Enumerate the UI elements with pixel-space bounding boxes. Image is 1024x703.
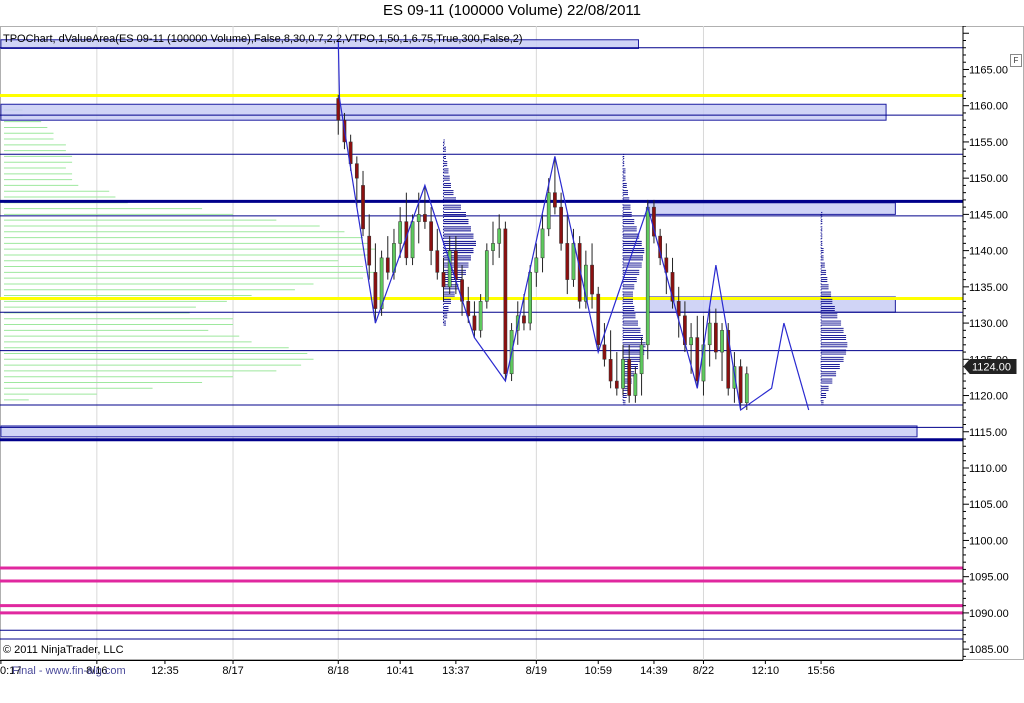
candle-body [621,359,625,389]
candle-body [553,192,557,208]
y-tick-label: 1120.00 [969,391,1008,403]
candle-body [441,272,446,288]
value-area-box [0,103,887,121]
candle-body [361,185,365,230]
x-axis: 0:17 8/16 12:35 8/17 8/18 10:41 13:37 8/19 10:59… [0,660,963,677]
candle-body [503,228,508,375]
candle-body [546,192,551,230]
y-tick-label: 1145.00 [969,209,1008,221]
x-tick-label: 12:10 [752,665,780,677]
level-lines-layer [0,47,963,640]
chart-title: ES 09-11 (100000 Volume) 22/08/2011 [383,2,641,19]
candle-body [614,380,619,389]
candle-body [676,301,681,317]
candle-body [639,344,644,375]
candle-layer [336,94,749,411]
x-tick-label: 8/19 [526,665,547,677]
y-tick-label: 1160.00 [969,101,1008,113]
candle-body [491,243,495,251]
candle-body [571,243,576,280]
chart-svg[interactable]: 1165.00 1160.00 1155.00 1150.00 1145.00 1140.… [0,26,1024,660]
candle-body [379,257,384,309]
indicator-label: TPOChart, dValueArea(ES 09-11 (100000 Vo… [3,33,523,45]
candle-body [633,373,638,396]
candle-body [738,366,743,404]
y-tick-label: 1165.00 [969,64,1008,76]
y-tick-label: 1140.00 [969,246,1008,258]
f-button[interactable]: F [1010,54,1022,67]
candle-body [627,359,632,396]
candle-body [707,322,712,346]
volume-profile-layer [4,109,376,401]
candle-body [565,243,570,280]
candle-body [744,373,749,404]
watermark-text: Final - www.fin-alg.com [12,665,126,677]
y-tick-label: 1155.00 [969,137,1008,149]
candle-body [423,214,427,222]
candle-body [714,322,718,353]
chart-panel[interactable]: 1165.00 1160.00 1155.00 1150.00 1145.00 1140.… [0,26,1024,660]
candle-body [596,293,601,346]
y-tick-label: 1095.00 [969,572,1009,584]
candle-body [602,344,607,360]
grid-layer [96,26,704,660]
y-tick-label: 1135.00 [969,282,1008,294]
current-price-label: 1124.00 [972,362,1011,374]
x-tick-label: 10:41 [386,665,414,677]
candle-body [534,257,539,273]
y-tick-label: 1085.00 [969,644,1009,656]
x-tick-label: 8/18 [328,665,349,677]
y-tick-label: 1130.00 [969,318,1008,330]
x-tick-label: 8/22 [693,665,714,677]
candle-body [590,264,594,295]
candle-body [608,359,613,382]
candle-body [410,221,415,259]
copyright-text: © 2011 NinjaTrader, LLC [3,644,124,656]
candle-body [689,337,693,346]
candle-body [416,214,421,222]
candle-body [484,250,489,302]
y-tick-label: 1100.00 [969,535,1008,547]
candle-body [645,206,650,346]
x-tick-label: 8/17 [222,665,243,677]
axis-layer: 1165.00 1160.00 1155.00 1150.00 1145.00 1140.… [962,26,1017,660]
x-tick-label: 10:59 [584,665,612,677]
candle-body [373,272,378,309]
candle-body [528,272,532,324]
candle-body [385,257,390,273]
y-tick-label: 1115.00 [969,427,1007,439]
candle-body [720,330,724,353]
candle-body [540,228,545,259]
candle-body [695,337,700,382]
y-tick-label: 1150.00 [969,173,1008,185]
x-tick-label: 15:56 [807,665,835,677]
x-tick-label: 14:39 [640,665,668,677]
candle-body [429,221,433,251]
value-area-box [647,202,896,215]
candle-body [447,250,452,288]
x-tick-label: 12:35 [151,665,179,677]
candle-body [478,301,483,331]
candle-body [435,250,440,273]
candle-body [354,163,359,179]
candle-body [398,221,403,244]
y-tick-label: 1105.00 [969,499,1008,511]
x-axis-labels: 0:17 8/16 12:35 8/17 8/18 10:41 13:37 8/19 10:59… [0,660,963,677]
y-tick-label: 1090.00 [969,608,1009,620]
candle-body [367,235,372,266]
candle-body [472,315,477,331]
candle-body [559,206,563,244]
x-tick-label: 13:37 [442,665,470,677]
candle-body [336,98,341,121]
candle-body [497,228,502,244]
y-tick-label: 1110.00 [969,463,1007,475]
candle-body [522,315,526,324]
